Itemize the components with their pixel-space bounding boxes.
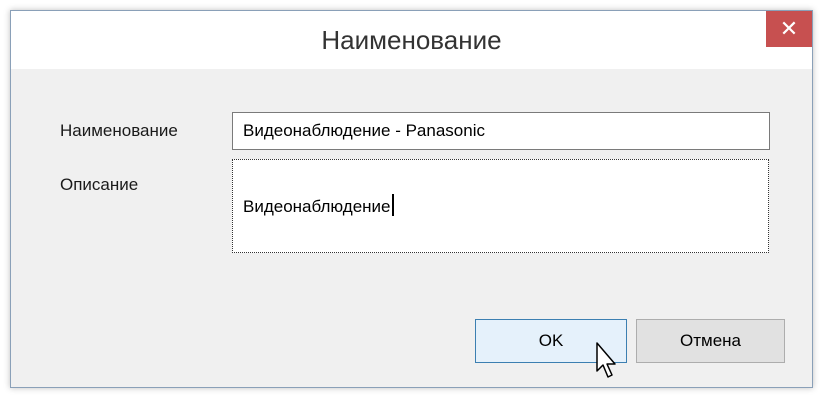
close-icon: ✕	[779, 16, 799, 41]
description-field[interactable]: Видеонаблюдение	[232, 159, 769, 253]
cancel-button[interactable]: Отмена	[636, 319, 785, 363]
text-caret	[391, 194, 394, 216]
dialog-titlebar: Наименование ✕	[11, 11, 812, 69]
name-field[interactable]: Видеонаблюдение - Panasonic	[232, 112, 770, 150]
description-label: Описание	[60, 175, 139, 194]
mouse-pointer-icon	[596, 342, 616, 378]
dialog-window: Наименование ✕ Наименование Видеонаблюде…	[10, 10, 813, 388]
name-label: Наименование	[60, 121, 178, 140]
close-button[interactable]: ✕	[766, 11, 812, 47]
dialog-title: Наименование	[321, 25, 502, 55]
description-field-value: Видеонаблюдение	[243, 197, 391, 216]
name-field-value: Видеонаблюдение - Panasonic	[243, 121, 485, 140]
